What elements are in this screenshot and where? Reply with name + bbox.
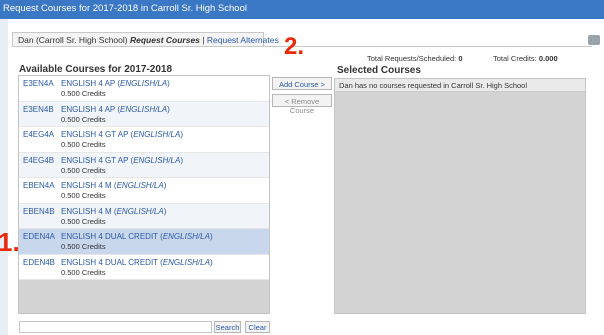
course-row[interactable]: EDEN4B ENGLISH 4 DUAL CREDIT (ENGLISH/LA… (19, 254, 269, 280)
course-name[interactable]: ENGLISH 4 AP (61, 105, 115, 114)
no-courses-message: Dan has no courses requested in Carroll … (335, 79, 585, 92)
course-row[interactable]: E4EG4A ENGLISH 4 GT AP (ENGLISH/LA) 0.50… (19, 127, 269, 153)
course-credits: 0.500 Credits (61, 191, 106, 200)
course-title[interactable]: ENGLISH 4 AP (ENGLISH/LA) (61, 79, 170, 88)
course-dept: ENGLISH/LA (116, 181, 164, 190)
course-dept: ENGLISH/LA (133, 155, 181, 165)
course-credits: 0.500 Credits (61, 114, 106, 124)
tab-separator: | (202, 35, 205, 45)
course-name[interactable]: ENGLISH 4 GT AP (61, 156, 128, 165)
course-tabs: Dan (Carroll Sr. High School) Request Co… (12, 32, 279, 46)
course-credits: 0.500 Credits (61, 165, 106, 175)
total-credits-label: Total Credits: (493, 54, 537, 63)
remove-course-button[interactable]: < Remove Course (272, 94, 332, 115)
available-courses-list: E3EN4A ENGLISH 4 AP (ENGLISH/LA) 0.500 C… (18, 75, 270, 314)
course-code[interactable]: EDEN4B (23, 258, 55, 267)
course-name[interactable]: ENGLISH 4 M (61, 181, 112, 190)
course-code[interactable]: E3EN4A (23, 79, 54, 88)
course-dept: ENGLISH/LA (162, 257, 210, 267)
course-row-selected[interactable]: EDEN4A ENGLISH 4 DUAL CREDIT (ENGLISH/LA… (19, 229, 269, 255)
clear-button[interactable]: Clear (245, 321, 270, 333)
course-title[interactable]: ENGLISH 4 AP (ENGLISH/LA) (61, 105, 170, 114)
course-code[interactable]: EBEN4A (23, 181, 55, 190)
available-courses-heading: Available Courses for 2017-2018 (19, 64, 173, 75)
course-code[interactable]: E4EG4B (23, 156, 54, 165)
course-search-input[interactable] (19, 321, 212, 333)
course-credits: 0.500 Credits (61, 140, 106, 149)
course-credits: 0.500 Credits (61, 89, 106, 98)
course-row[interactable]: E4EG4B ENGLISH 4 GT AP (ENGLISH/LA) 0.50… (19, 152, 269, 178)
printer-icon[interactable] (588, 35, 600, 45)
course-name[interactable]: ENGLISH 4 M (61, 207, 112, 216)
selected-courses-panel: Dan has no courses requested in Carroll … (334, 78, 586, 314)
course-dept: ENGLISH/LA (162, 232, 210, 241)
total-requests-value: 0 (458, 54, 463, 63)
annotation-one: 1. (0, 227, 20, 257)
course-title[interactable]: ENGLISH 4 M (ENGLISH/LA) (61, 207, 166, 216)
annotation-two: 2. (284, 33, 305, 60)
total-credits-value: 0.000 (538, 54, 558, 63)
tab-student-label: Dan (Carroll Sr. High School) (18, 35, 128, 45)
total-credits: Total Credits: 0.000 (493, 54, 558, 63)
course-code[interactable]: EDEN4A (23, 232, 55, 241)
course-code[interactable]: EBEN4B (23, 207, 55, 216)
course-title[interactable]: ENGLISH 4 GT AP (ENGLISH/LA) (61, 156, 183, 165)
total-requests: Total Requests/Scheduled: 0 (367, 54, 463, 63)
course-name[interactable]: ENGLISH 4 DUAL CREDIT (61, 258, 158, 267)
window-title: Request Courses for 2017-2018 in Carroll… (3, 3, 247, 14)
course-name[interactable]: ENGLISH 4 DUAL CREDIT (61, 232, 158, 241)
course-row[interactable]: E3EN4A ENGLISH 4 AP (ENGLISH/LA) 0.500 C… (19, 76, 269, 102)
course-title[interactable]: ENGLISH 4 GT AP (ENGLISH/LA) (61, 130, 183, 139)
course-row[interactable]: EBEN4A ENGLISH 4 M (ENGLISH/LA) 0.500 Cr… (19, 178, 269, 204)
course-credits: 0.500 Credits (61, 216, 106, 226)
selected-courses-heading: Selected Courses (337, 65, 421, 76)
course-title[interactable]: ENGLISH 4 DUAL CREDIT (ENGLISH/LA) (61, 232, 213, 241)
course-name[interactable]: ENGLISH 4 GT AP (61, 130, 128, 139)
add-course-button[interactable]: Add Course > (272, 77, 332, 90)
course-credits: 0.500 Credits (61, 242, 106, 251)
tab-request-courses[interactable]: Request Courses (130, 35, 200, 45)
course-row[interactable]: EBEN4B ENGLISH 4 M (ENGLISH/LA) 0.500 Cr… (19, 203, 269, 229)
left-edge (0, 19, 8, 335)
window-titlebar: Request Courses for 2017-2018 in Carroll… (0, 0, 604, 19)
total-requests-label: Total Requests/Scheduled: (367, 54, 457, 63)
course-title[interactable]: ENGLISH 4 M (ENGLISH/LA) (61, 181, 166, 190)
tab-request-alternates[interactable]: Request Alternates (207, 35, 279, 45)
course-credits: 0.500 Credits (61, 267, 106, 277)
course-row[interactable]: E3EN4B ENGLISH 4 AP (ENGLISH/LA) 0.500 C… (19, 101, 269, 127)
course-title[interactable]: ENGLISH 4 DUAL CREDIT (ENGLISH/LA) (61, 258, 213, 267)
search-button[interactable]: Search (214, 321, 241, 333)
course-code[interactable]: E3EN4B (23, 105, 54, 114)
course-name[interactable]: ENGLISH 4 AP (61, 79, 115, 88)
course-code[interactable]: E4EG4A (23, 130, 54, 139)
course-dept: ENGLISH/LA (116, 206, 164, 216)
course-dept: ENGLISH/LA (120, 104, 168, 114)
course-dept: ENGLISH/LA (133, 130, 181, 139)
course-dept: ENGLISH/LA (120, 79, 168, 88)
